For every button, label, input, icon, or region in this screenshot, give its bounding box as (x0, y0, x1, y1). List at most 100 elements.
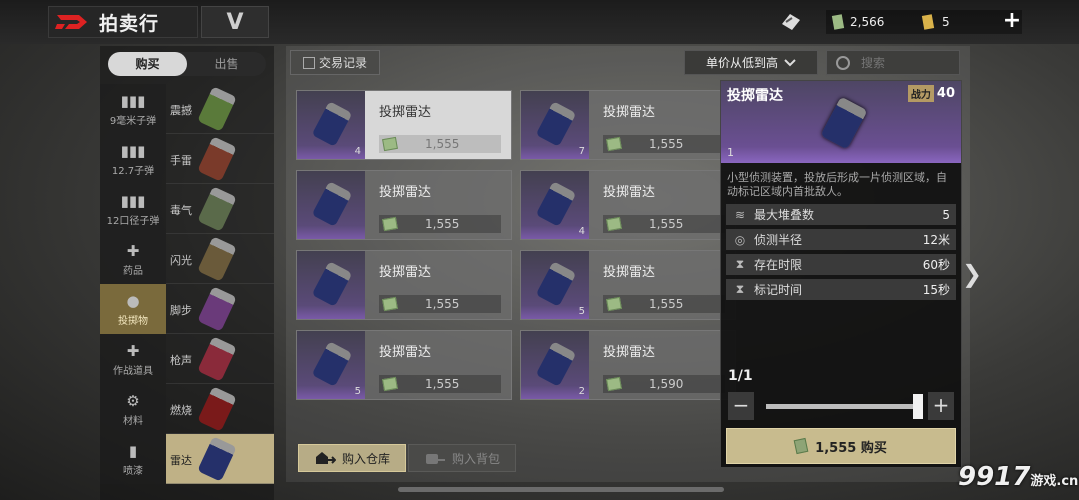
chevron-right-icon[interactable]: ❯ (962, 260, 982, 288)
listing-name: 投掷雷达 (379, 185, 432, 200)
subcategory-label: 毒气 (170, 204, 192, 217)
listing-name: 投掷雷达 (379, 265, 432, 280)
trade-history-button[interactable]: 交易记录 (290, 50, 380, 75)
horizontal-scrollbar[interactable] (398, 487, 724, 492)
tab-buy[interactable]: 购买 (108, 52, 187, 76)
grenade-image (197, 436, 237, 482)
shield-plus-icon: ✚ (126, 341, 140, 360)
tab-sell[interactable]: 出售 (187, 52, 266, 76)
cash-icon (831, 14, 845, 30)
category-7[interactable]: ▮ 喷漆 (100, 434, 166, 484)
category-label: 作战道具 (113, 365, 153, 377)
listing-price: 1,555 (649, 137, 684, 151)
stat-row: ⧗ 标记时间 15秒 (726, 279, 956, 300)
subcategory-0[interactable]: 震撼 (166, 84, 274, 134)
listing-price-box: 1,555 (379, 375, 501, 393)
listing-card[interactable]: 投掷雷达 1,555 (296, 170, 512, 240)
history-icon (302, 56, 315, 69)
listing-card[interactable]: 7 投掷雷达 1,555 (520, 90, 736, 160)
category-2[interactable]: ▮▮▮ 12口径子弹 (100, 184, 166, 234)
category-label: 材料 (123, 415, 143, 427)
search-box[interactable] (826, 50, 960, 75)
category-label: 12口径子弹 (106, 215, 160, 227)
item-thumbnail: 7 (521, 91, 589, 159)
watermark: 9917游戏.cn (958, 462, 1078, 492)
chevron-down-icon (784, 58, 796, 66)
subcategory-5[interactable]: 枪声 (166, 334, 274, 384)
listing-name: 投掷雷达 (379, 105, 432, 120)
category-6[interactable]: ⚙ 材料 (100, 384, 166, 434)
filter-dropdown-button[interactable]: V (201, 6, 269, 38)
radar-grenade-image (535, 341, 577, 387)
listing-name: 投掷雷达 (379, 345, 432, 360)
warehouse-icon (315, 452, 336, 464)
quantity-slider-handle[interactable] (913, 394, 923, 419)
category-3[interactable]: ✚ 药品 (100, 234, 166, 284)
listing-price-box: 1,555 (379, 135, 501, 153)
purchase-label: 1,555 购买 (815, 440, 887, 456)
sort-dropdown[interactable]: 单价从低到高 (684, 50, 818, 75)
quantity-slider[interactable] (766, 394, 923, 419)
subcategory-2[interactable]: 毒气 (166, 184, 274, 234)
item-thumbnail (297, 251, 365, 319)
listing-price-box: 1,555 (379, 215, 501, 233)
category-5[interactable]: ✚ 作战道具 (100, 334, 166, 384)
purchase-button[interactable]: 1,555 购买 (726, 428, 956, 464)
item-thumbnail: 4 (297, 91, 365, 159)
ammo-icon: ▮▮▮ (120, 141, 146, 160)
resource-badge[interactable] (776, 10, 804, 34)
search-input[interactable] (861, 55, 941, 70)
subcategory-1[interactable]: 手雷 (166, 134, 274, 184)
cash-icon (793, 437, 809, 455)
add-currency-button[interactable]: + (1000, 10, 1024, 34)
subcategory-label: 手雷 (170, 154, 192, 167)
hourglass-icon: ⧗ (735, 257, 745, 271)
grenade-image (197, 86, 237, 132)
buy-to-backpack-button[interactable]: 购入背包 (408, 444, 516, 472)
category-label: 9毫米子弹 (109, 115, 157, 127)
subcategory-6[interactable]: 燃烧 (166, 384, 274, 434)
listing-card[interactable]: 4 投掷雷达 1,555 (520, 170, 736, 240)
buy-to-warehouse-button[interactable]: 购入仓库 (298, 444, 406, 472)
listing-card[interactable]: 投掷雷达 1,555 (296, 250, 512, 320)
listing-quantity: 5 (354, 386, 361, 397)
subcategory-4[interactable]: 脚步 (166, 284, 274, 334)
sort-label: 单价从低到高 (705, 56, 778, 70)
stat-value: 60秒 (922, 258, 950, 272)
item-thumbnail: 5 (521, 251, 589, 319)
listing-price: 1,555 (425, 377, 460, 391)
radar-grenade-image (535, 261, 577, 307)
quantity-indicator: 1/1 (728, 368, 753, 384)
listing-card[interactable]: 5 投掷雷达 1,555 (520, 250, 736, 320)
subcategory-7[interactable]: 雷达 (166, 434, 274, 484)
category-0[interactable]: ▮▮▮ 9毫米子弹 (100, 84, 166, 134)
cash-icon (606, 296, 622, 312)
layers-icon: ≋ (734, 207, 746, 222)
watermark-sub: 游戏 (1030, 474, 1057, 489)
cash-icon (606, 216, 622, 232)
category-1[interactable]: ▮▮▮ 12.7子弹 (100, 134, 166, 184)
title-box: 拍卖行 (48, 6, 198, 38)
buy-sell-tabs: 购买 出售 (108, 52, 266, 76)
ticket-icon (921, 14, 935, 30)
quantity-increase-button[interactable]: + (928, 392, 954, 420)
listing-quantity: 4 (354, 146, 361, 157)
listing-price: 1,555 (649, 297, 684, 311)
item-thumbnail: 4 (521, 171, 589, 239)
gear-icon: ⚙ (126, 391, 140, 410)
ticket-amount: 5 (942, 15, 950, 29)
search-icon (836, 55, 850, 70)
listing-card[interactable]: 5 投掷雷达 1,555 (296, 330, 512, 400)
ammo-icon: ▮▮▮ (120, 91, 146, 110)
listing-name: 投掷雷达 (603, 265, 656, 280)
stat-value: 5 (942, 207, 950, 222)
quantity-decrease-button[interactable]: − (728, 392, 754, 420)
listing-card[interactable]: 2 投掷雷达 1,590 (520, 330, 736, 400)
listing-price: 1,555 (425, 297, 460, 311)
power-label: 战力 (907, 85, 934, 102)
category-4[interactable]: ● 投掷物 (100, 284, 166, 334)
power-rating: 战力 40 (907, 85, 955, 102)
listing-card[interactable]: 4 投掷雷达 1,555 (296, 90, 512, 160)
listing-quantity: 4 (578, 226, 585, 237)
subcategory-3[interactable]: 闪光 (166, 234, 274, 284)
